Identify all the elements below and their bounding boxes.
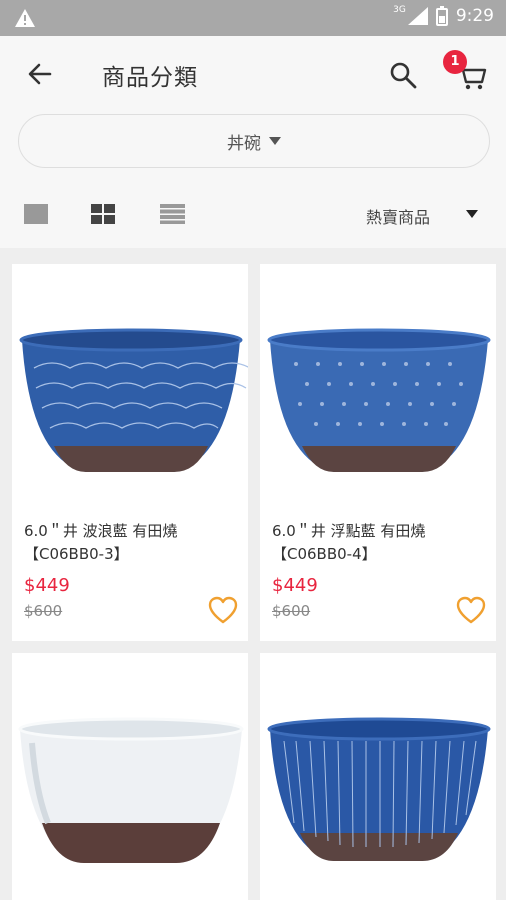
list-view-icon[interactable] — [160, 204, 185, 224]
product-image — [267, 328, 491, 472]
product-card[interactable] — [12, 653, 248, 900]
heart-icon[interactable] — [456, 596, 486, 624]
cart-count-badge: 1 — [443, 50, 467, 74]
product-original-price: $600 — [24, 602, 63, 620]
warning-icon — [15, 9, 35, 27]
product-image — [267, 717, 491, 861]
grid-view-icon[interactable] — [91, 204, 115, 224]
sort-dropdown-icon[interactable] — [466, 210, 478, 218]
battery-icon — [435, 6, 448, 26]
product-code: 【C06BB0-4】 — [272, 545, 377, 563]
product-name: 6.0＂井 波浪藍 有田燒 【C06BB0-3】 — [24, 520, 240, 566]
product-card[interactable]: 6.0＂井 浮點藍 有田燒 【C06BB0-4】 $449 $600 — [260, 264, 496, 641]
category-selector[interactable]: 丼碗 — [18, 114, 490, 168]
product-grid: 6.0＂井 波浪藍 有田燒 【C06BB0-3】 $449 $600 6.0＂井… — [0, 248, 506, 900]
heart-icon[interactable] — [208, 596, 238, 624]
single-view-icon[interactable] — [24, 204, 48, 224]
back-arrow-icon[interactable] — [24, 58, 56, 90]
product-image — [18, 717, 244, 863]
product-price: $449 — [272, 575, 318, 596]
product-price: $449 — [24, 575, 70, 596]
view-toolbar: 熱賣商品 — [0, 184, 506, 248]
status-bar: 3G 9:29 — [0, 0, 506, 36]
product-code: 【C06BB0-3】 — [24, 545, 129, 563]
product-card[interactable]: 6.0＂井 波浪藍 有田燒 【C06BB0-3】 $449 $600 — [12, 264, 248, 641]
product-title: 6.0＂井 浮點藍 有田燒 — [272, 522, 426, 540]
network-type: 3G — [393, 5, 406, 15]
search-icon[interactable] — [388, 60, 418, 90]
product-card[interactable] — [260, 653, 496, 900]
product-name: 6.0＂井 浮點藍 有田燒 【C06BB0-4】 — [272, 520, 488, 566]
clock: 9:29 — [455, 6, 494, 26]
sort-selector[interactable]: 熱賣商品 — [366, 204, 430, 228]
app-bar: 商品分類 1 丼碗 — [0, 36, 506, 184]
category-label: 丼碗 — [227, 133, 261, 154]
product-original-price: $600 — [272, 602, 311, 620]
product-image — [19, 328, 248, 472]
signal-icon — [407, 7, 428, 25]
product-title: 6.0＂井 波浪藍 有田燒 — [24, 522, 178, 540]
dropdown-triangle-icon — [269, 137, 281, 145]
page-title: 商品分類 — [102, 65, 198, 91]
